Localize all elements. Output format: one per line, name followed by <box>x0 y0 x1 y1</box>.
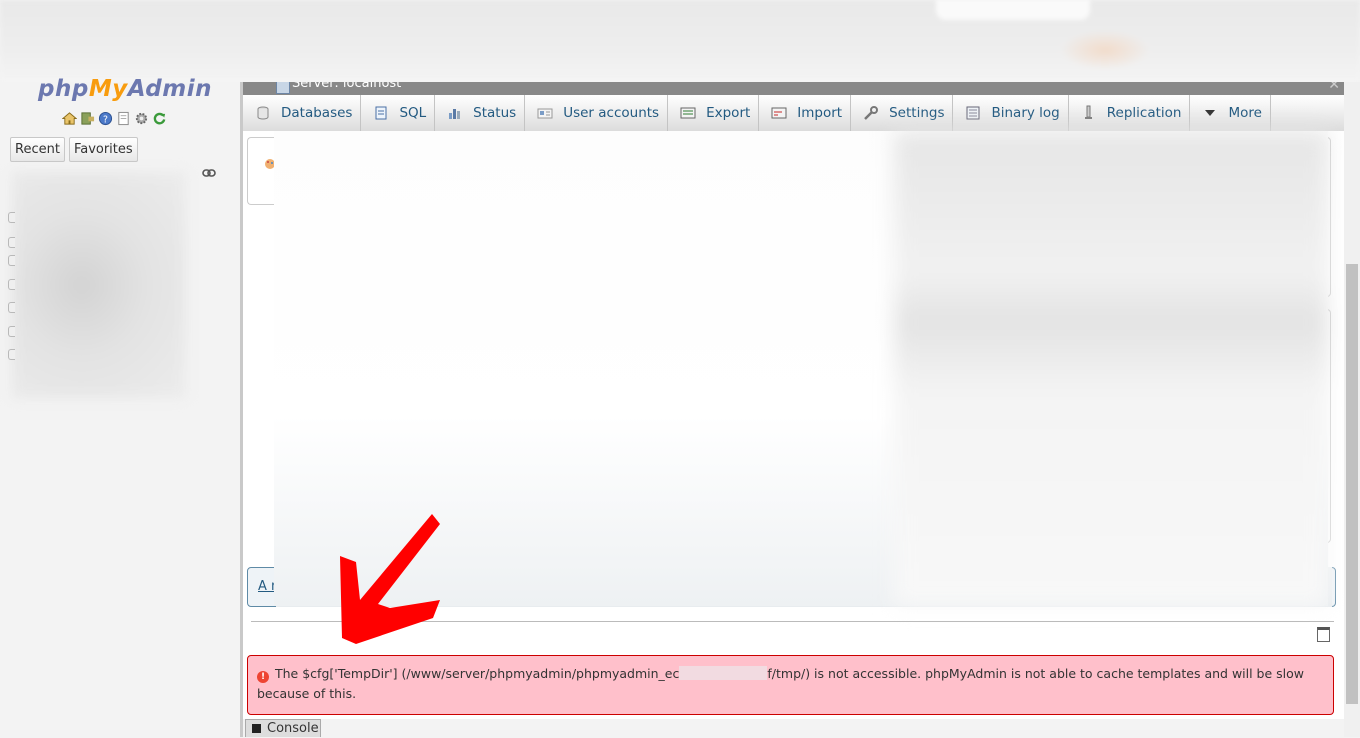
favorites-button[interactable]: Favorites <box>68 137 138 162</box>
tab-sql[interactable]: SQL <box>361 95 436 131</box>
tree-expander-icon[interactable] <box>8 237 15 248</box>
exit-icon[interactable] <box>80 111 95 126</box>
server-breadcrumb-bar: Server: localhost ✕ <box>243 82 1344 95</box>
import-icon <box>771 107 787 119</box>
blurred-region <box>1060 30 1150 70</box>
scrollbar-thumb[interactable] <box>1346 264 1358 704</box>
tab-replication[interactable]: Replication <box>1069 95 1191 131</box>
binlog-icon <box>966 106 980 120</box>
notes-icon[interactable] <box>1317 627 1330 642</box>
export-icon <box>680 107 696 119</box>
tab-export[interactable]: Export <box>668 95 760 131</box>
top-menu: Databases SQL Status User accounts Expor… <box>243 95 1344 132</box>
error-message: ! The $cfg['TempDir'] (/www/server/phpmya… <box>247 655 1334 715</box>
tab-binary-log[interactable]: Binary log <box>953 95 1069 131</box>
tab-databases[interactable]: Databases <box>243 95 362 131</box>
caret-down-icon <box>1205 110 1216 116</box>
address-bar-blurred <box>936 0 1090 20</box>
tab-user-accounts[interactable]: User accounts <box>525 95 669 131</box>
wrench-icon <box>864 106 879 120</box>
red-arrow-annotation <box>340 514 440 644</box>
phpmyadmin-logo[interactable]: phpMyAdmin <box>38 76 212 102</box>
replication-icon <box>1084 105 1092 119</box>
tab-status[interactable]: Status <box>435 95 526 131</box>
tree-expander-icon[interactable] <box>8 279 15 290</box>
recent-button[interactable]: Recent <box>10 137 65 162</box>
tree-expander-icon[interactable] <box>8 212 15 223</box>
console-button[interactable]: Console <box>245 719 321 737</box>
home-icon[interactable] <box>62 111 77 126</box>
redacted-region <box>679 666 768 680</box>
tab-import[interactable]: Import <box>759 95 852 131</box>
sql-icon <box>375 106 387 120</box>
link-icon[interactable] <box>202 168 216 178</box>
server-icon <box>276 82 290 94</box>
blurred-region <box>894 131 1328 606</box>
error-text-start: The $cfg['TempDir'] (/www/server/phpmyad… <box>275 666 680 681</box>
close-icon[interactable]: ✕ <box>1328 82 1340 93</box>
nav-icon-row: ? <box>62 111 167 126</box>
reload-icon[interactable] <box>152 111 167 126</box>
scrollbar[interactable] <box>1344 82 1360 737</box>
settings-icon[interactable] <box>134 111 149 126</box>
navigation-panel: phpMyAdmin ? Recent Favorites <box>0 76 240 737</box>
database-icon <box>257 106 269 120</box>
tab-more[interactable]: More <box>1190 95 1271 131</box>
browser-chrome-blurred <box>0 0 1360 82</box>
tab-settings[interactable]: Settings <box>851 95 954 131</box>
server-breadcrumb[interactable]: Server: localhost <box>292 82 401 91</box>
status-icon <box>449 109 461 119</box>
tree-expander-icon[interactable] <box>8 302 15 313</box>
console-icon <box>252 724 261 733</box>
nav-tabs-row: Recent Favorites <box>10 137 138 162</box>
help-icon[interactable]: ? <box>98 111 113 126</box>
users-icon <box>537 108 553 119</box>
docs-icon[interactable] <box>116 111 131 126</box>
database-tree-blurred <box>12 172 186 398</box>
tree-expander-icon[interactable] <box>8 255 15 266</box>
error-icon: ! <box>257 671 269 683</box>
svg-text:?: ? <box>103 114 108 125</box>
tree-expander-icon[interactable] <box>8 326 15 337</box>
tree-expander-icon[interactable] <box>8 349 15 360</box>
